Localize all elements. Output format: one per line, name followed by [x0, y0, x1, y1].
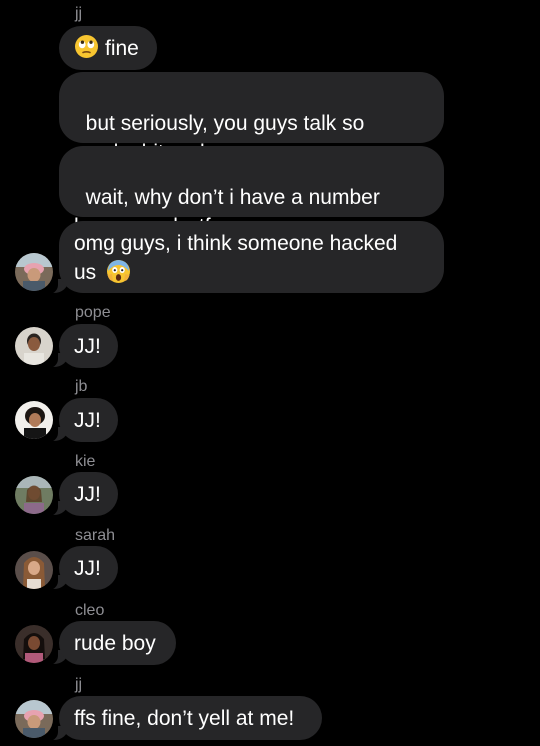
- sender-name-jj: jj: [75, 5, 83, 22]
- message-text: JJ!: [74, 334, 101, 358]
- message-bubble[interactable]: fine: [59, 26, 157, 70]
- face-with-rolling-eyes-icon: [74, 34, 99, 59]
- message-bubble[interactable]: JJ!: [59, 398, 118, 442]
- sender-name-jb: jb: [75, 378, 88, 395]
- sender-name-kie: kie: [75, 453, 96, 470]
- message-bubble[interactable]: omg guys, i think someone hacked us: [59, 221, 444, 293]
- message-bubble[interactable]: JJ!: [59, 546, 118, 590]
- avatar-jb[interactable]: [15, 401, 53, 439]
- message-text: JJ!: [74, 482, 101, 506]
- message-bubble[interactable]: ffs fine, don’t yell at me!: [59, 696, 322, 740]
- message-bubble[interactable]: JJ!: [59, 472, 118, 516]
- message-bubble[interactable]: rude boy: [59, 621, 176, 665]
- message-text: ffs fine, don’t yell at me!: [74, 706, 295, 730]
- face-screaming-in-fear-icon: [106, 259, 131, 284]
- message-bubble[interactable]: JJ!: [59, 324, 118, 368]
- message-bubble[interactable]: but seriously, you guys talk so much shi…: [59, 72, 444, 164]
- avatar-pope[interactable]: [15, 327, 53, 365]
- avatar-cleo[interactable]: [15, 625, 53, 663]
- sender-name-cleo: cleo: [75, 602, 105, 619]
- sender-name-sarah: sarah: [75, 527, 116, 544]
- message-text: JJ!: [74, 556, 101, 580]
- avatar-kie[interactable]: [15, 476, 53, 514]
- message-text: JJ!: [74, 408, 101, 432]
- avatar-sarah[interactable]: [15, 551, 53, 589]
- message-text: fine: [105, 36, 139, 60]
- message-bubble[interactable]: wait, why don’t i have a number here sav…: [59, 146, 444, 238]
- sender-name-jj: jj: [75, 676, 83, 693]
- avatar-jj[interactable]: [15, 253, 53, 291]
- sender-name-pope: pope: [75, 304, 111, 321]
- avatar-jj[interactable]: [15, 700, 53, 738]
- message-text: rude boy: [74, 631, 156, 655]
